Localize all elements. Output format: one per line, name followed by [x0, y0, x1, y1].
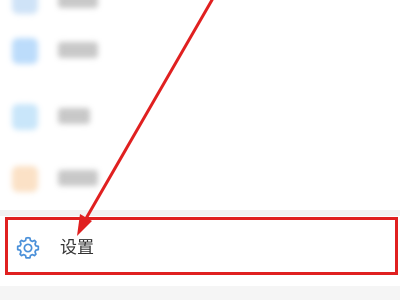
screen: 设置 — [0, 0, 400, 300]
menu-item[interactable] — [0, 158, 400, 198]
blurred-label — [58, 42, 98, 58]
blurred-label — [58, 108, 90, 124]
menu-item[interactable] — [0, 96, 400, 136]
bottom-bar — [0, 286, 400, 300]
blue-square-icon — [12, 0, 38, 14]
orange-square-icon — [12, 166, 38, 192]
blue-square-icon — [12, 104, 38, 130]
menu-item[interactable] — [0, 30, 400, 70]
blurred-menu-list — [0, 0, 400, 210]
blurred-label — [58, 170, 98, 186]
settings-menu-item[interactable]: 设置 — [0, 216, 400, 286]
blue-square-icon — [12, 38, 38, 64]
settings-label: 设置 — [60, 238, 94, 258]
menu-item[interactable] — [0, 0, 400, 20]
blurred-label — [58, 0, 98, 8]
gear-icon — [16, 236, 40, 259]
